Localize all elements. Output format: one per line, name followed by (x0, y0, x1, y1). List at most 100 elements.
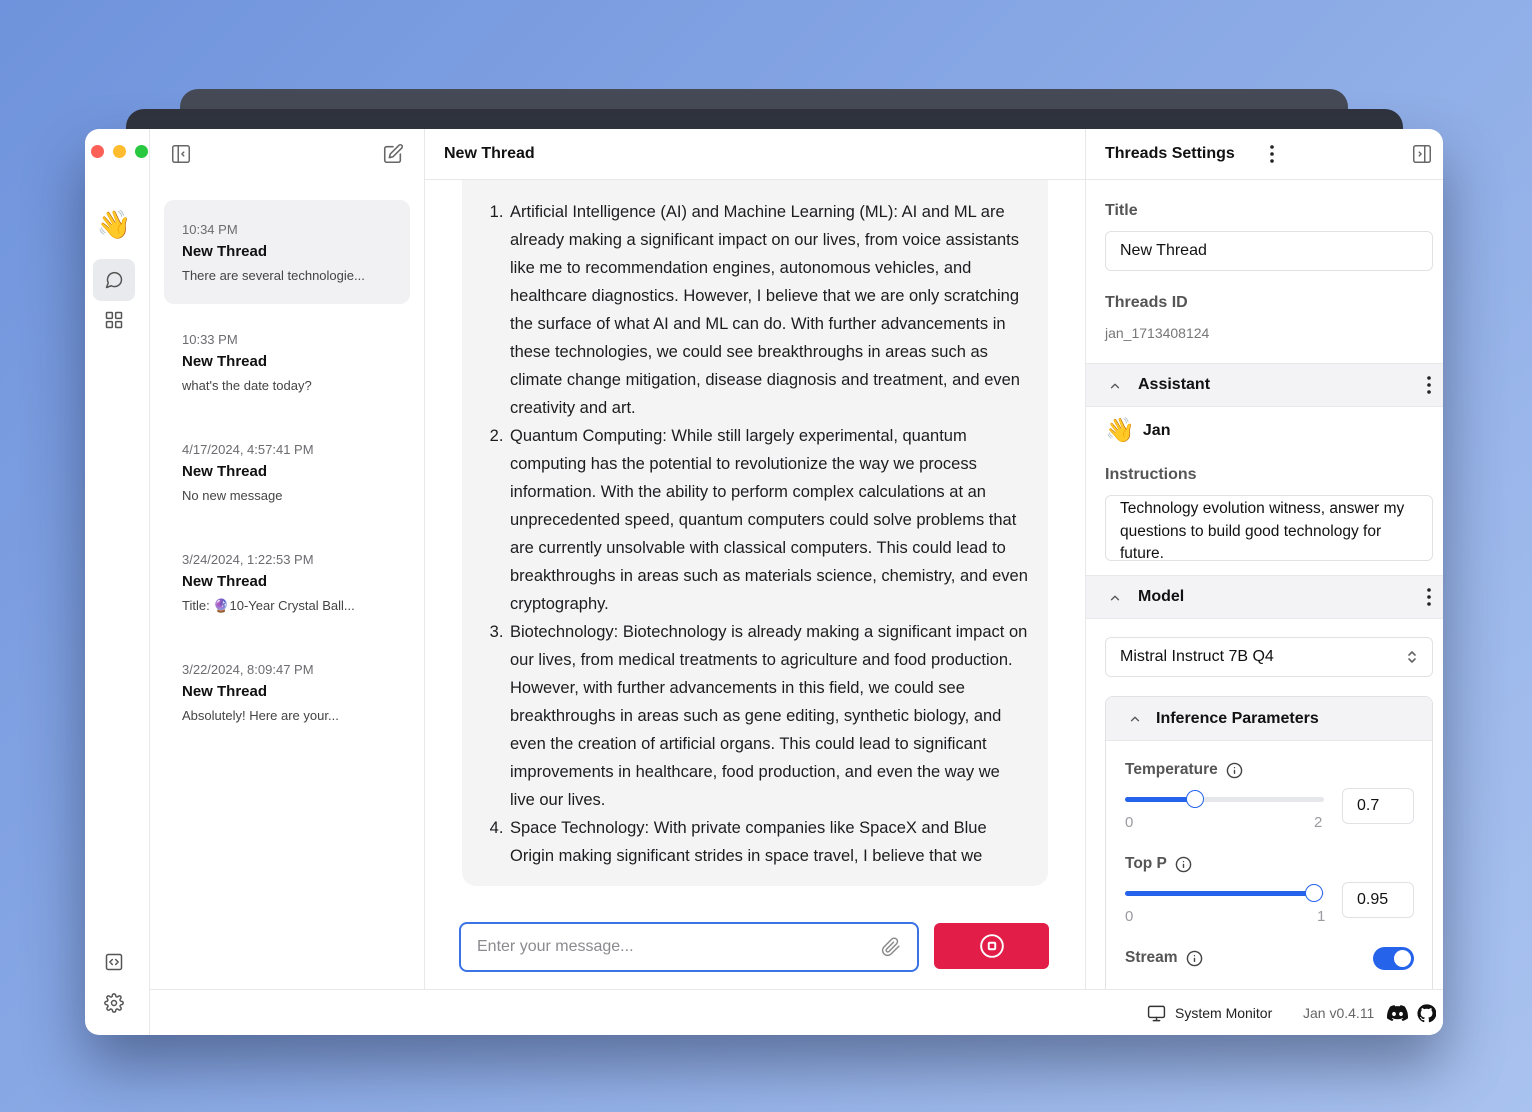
chat-panel: New Thread Artificial Intelligence (AI) … (425, 129, 1086, 989)
message-input[interactable] (477, 938, 879, 956)
threads-id-value: jan_1713408124 (1105, 325, 1210, 341)
thread-time: 10:34 PM (182, 222, 238, 237)
top-p-label: Top P (1125, 855, 1167, 872)
temperature-input[interactable]: 0.7 (1342, 788, 1414, 824)
assistant-row: 👋 Jan (1105, 416, 1170, 445)
temperature-slider-thumb[interactable] (1185, 790, 1204, 808)
thread-preview: Absolutely! Here are your... (182, 708, 339, 723)
thread-item[interactable]: 10:33 PM New Thread what's the date toda… (164, 310, 410, 414)
thread-item[interactable]: 4/17/2024, 4:57:41 PM New Thread No new … (164, 420, 410, 524)
thread-title: New Thread (182, 243, 268, 260)
thread-time: 3/24/2024, 1:22:53 PM (182, 552, 314, 567)
chat-nav-button[interactable] (93, 259, 135, 301)
thread-settings-menu-button[interactable] (1260, 142, 1284, 166)
message-list-item: Artificial Intelligence (AI) and Machine… (508, 198, 1028, 422)
top-p-label-row: Top P (1125, 855, 1192, 873)
assistant-avatar: 👋 (1105, 417, 1135, 444)
left-rail: 👋 (85, 129, 150, 1035)
thread-item[interactable]: 10:34 PM New Thread There are several te… (164, 200, 410, 304)
thread-settings-panel: Threads Settings Title New Thread Thread… (1086, 129, 1443, 989)
grid-icon (105, 311, 123, 329)
settings-nav-button[interactable] (93, 982, 135, 1024)
thread-preview: Title: 🔮10-Year Crystal Ball... (182, 598, 355, 613)
assistant-name: Jan (1142, 421, 1171, 439)
code-icon (105, 953, 123, 971)
thread-time: 3/22/2024, 8:09:47 PM (182, 662, 314, 677)
stream-label-row: Stream (1125, 949, 1203, 967)
model-select-value: Mistral Instruct 7B Q4 (1120, 648, 1274, 665)
model-section-title: Model (1138, 588, 1185, 605)
traffic-lights (91, 145, 148, 158)
top-p-slider-fill (1125, 891, 1315, 896)
edit-icon (383, 144, 403, 164)
maximize-window-button[interactable] (135, 145, 148, 158)
app-window: 👋 10:34 PM New Thread There are several … (85, 129, 1443, 1035)
toggle-left-panel-button[interactable] (168, 141, 194, 167)
thread-preview: There are several technologie... (182, 268, 365, 283)
top-p-slider-thumb[interactable] (1305, 884, 1324, 902)
panel-right-icon (1413, 145, 1431, 163)
stream-toggle[interactable] (1373, 947, 1414, 970)
kebab-menu-icon[interactable] (1427, 376, 1431, 394)
thread-time: 4/17/2024, 4:57:41 PM (182, 442, 314, 457)
info-icon[interactable] (1226, 762, 1243, 779)
title-input[interactable]: New Thread (1105, 231, 1433, 271)
discord-button[interactable] (1386, 1003, 1408, 1023)
thread-item[interactable]: 3/24/2024, 1:22:53 PM New Thread Title: … (164, 530, 410, 634)
temperature-label: Temperature (1125, 761, 1218, 778)
chevron-up-icon (1110, 595, 1120, 601)
attach-button[interactable] (879, 935, 903, 959)
github-button[interactable] (1415, 1002, 1437, 1024)
message-list-item: Space Technology: With private companies… (508, 814, 1028, 870)
temperature-slider[interactable] (1125, 790, 1324, 808)
chat-title: New Thread (425, 129, 1085, 180)
thread-title: New Thread (182, 353, 268, 370)
new-thread-button[interactable] (379, 140, 407, 168)
kebab-menu-icon[interactable] (1427, 588, 1431, 606)
top-p-input[interactable]: 0.95 (1342, 882, 1414, 918)
thread-title: New Thread (182, 463, 268, 480)
assistant-section-title: Assistant (1138, 376, 1211, 393)
top-p-max: 1 (1317, 908, 1326, 925)
temperature-label-row: Temperature (1125, 761, 1243, 779)
inference-parameters-header[interactable]: Inference Parameters (1106, 697, 1432, 741)
model-section-header[interactable]: Model (1086, 575, 1443, 619)
info-icon[interactable] (1175, 856, 1192, 873)
local-api-nav-button[interactable] (93, 941, 135, 983)
thread-time: 10:33 PM (182, 332, 238, 347)
message-list-item: Quantum Computing: While still largely e… (508, 422, 1028, 618)
toggle-right-panel-button[interactable] (1409, 141, 1435, 167)
hub-nav-button[interactable] (93, 299, 135, 341)
github-icon (1416, 1003, 1436, 1022)
title-label: Title (1105, 202, 1138, 219)
gear-icon (104, 993, 124, 1013)
thread-settings-header: Threads Settings (1086, 129, 1443, 180)
kebab-menu-icon (1270, 145, 1274, 163)
stop-generation-button[interactable] (934, 923, 1049, 969)
thread-list-header (150, 129, 424, 180)
thread-preview: No new message (182, 488, 283, 503)
system-monitor-label: System Monitor (1175, 1005, 1273, 1021)
model-select[interactable]: Mistral Instruct 7B Q4 (1105, 637, 1433, 677)
minimize-window-button[interactable] (113, 145, 126, 158)
assistant-message: Artificial Intelligence (AI) and Machine… (462, 180, 1048, 886)
temperature-slider-fill (1125, 797, 1195, 802)
assistant-section-header[interactable]: Assistant (1086, 363, 1443, 407)
info-icon[interactable] (1186, 950, 1203, 967)
thread-preview: what's the date today? (182, 378, 312, 393)
paperclip-icon (881, 937, 900, 957)
stream-label: Stream (1125, 949, 1178, 966)
discord-icon (1386, 1005, 1408, 1021)
message-composer (459, 922, 919, 972)
temperature-max: 2 (1314, 814, 1323, 831)
close-window-button[interactable] (91, 145, 104, 158)
thread-settings-title: Threads Settings (1105, 145, 1235, 162)
top-p-slider[interactable] (1125, 884, 1324, 902)
thread-item[interactable]: 3/22/2024, 8:09:47 PM New Thread Absolut… (164, 640, 410, 744)
thread-title: New Thread (182, 573, 268, 590)
chevron-up-icon (1130, 716, 1140, 722)
system-monitor-button[interactable]: System Monitor (1147, 990, 1272, 1035)
instructions-textarea[interactable]: Technology evolution witness, answer my … (1105, 495, 1433, 562)
message-list: Artificial Intelligence (AI) and Machine… (508, 198, 1028, 870)
threads-id-label: Threads ID (1105, 294, 1188, 311)
